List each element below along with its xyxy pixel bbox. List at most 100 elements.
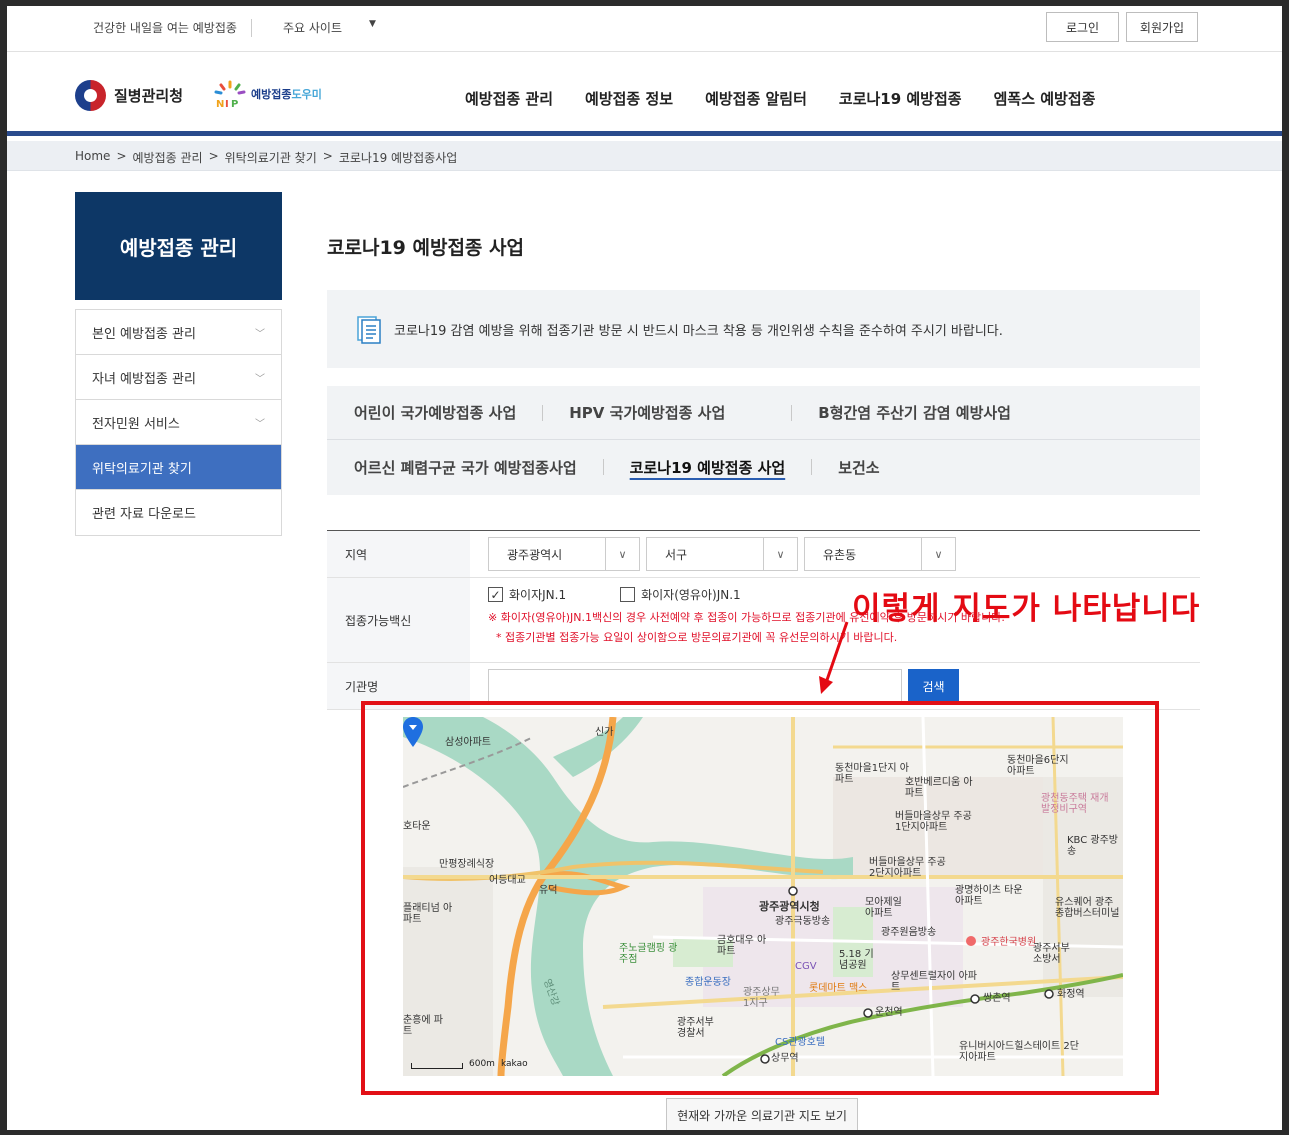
- checkbox-label: 화이자JN.1: [509, 588, 567, 602]
- region-label: 지역: [327, 531, 470, 577]
- district-select[interactable]: 서구 ∨: [646, 537, 798, 571]
- breadcrumb: Home > 예방접종 관리 > 위탁의료기관 찾기 > 코로나19 예방접종사…: [75, 149, 457, 166]
- main-sites-dropdown[interactable]: 주요 사이트: [283, 19, 342, 36]
- map-brand: kakao: [500, 1059, 528, 1069]
- map-view[interactable]: 삼성아파트 신가 동천마을1단지 아파트 호반베르디움 아파트 동천마을6단지 …: [403, 717, 1123, 1076]
- map-label: 주노글램핑 광주점: [619, 943, 678, 965]
- annotation-arrow-icon: [819, 621, 849, 694]
- map-label: 상무역: [771, 1053, 799, 1064]
- dong-select[interactable]: 유촌동 ∨: [804, 537, 956, 571]
- breadcrumb-bar: Home > 예방접종 관리 > 위탁의료기관 찾기 > 코로나19 예방접종사…: [7, 141, 1282, 171]
- sidebar-item-downloads[interactable]: 관련 자료 다운로드: [76, 490, 281, 535]
- login-button[interactable]: 로그인: [1046, 12, 1119, 42]
- map-scale: 600m kakao: [411, 1059, 528, 1069]
- map-label: 광주원음방송: [881, 927, 937, 938]
- chevron-down-icon: ∨: [763, 538, 797, 570]
- tab-senior-pneumococcal[interactable]: 어르신 폐렴구균 국가 예방접종사업: [354, 457, 577, 478]
- tab-covid19[interactable]: 코로나19 예방접종 사업: [630, 457, 786, 478]
- gnb-item-vaccination-management[interactable]: 예방접종 관리: [465, 88, 553, 109]
- vaccine-label: 접종가능백신: [327, 578, 470, 662]
- map-label: 광주한국병원: [981, 937, 1037, 948]
- breadcrumb-current: 코로나19 예방접종사업: [338, 151, 458, 165]
- city-select[interactable]: 광주광역시 ∨: [488, 537, 640, 571]
- breadcrumb-separator: >: [116, 149, 127, 163]
- region-selects: 광주광역시 ∨ 서구 ∨ 유촌동 ∨: [470, 531, 1200, 577]
- map-label: CS관광호텔: [775, 1037, 826, 1048]
- map-label: 광주극동방송: [775, 916, 831, 927]
- scale-bar: [411, 1063, 463, 1069]
- gnb-item-vaccination-notice[interactable]: 예방접종 알림터: [705, 88, 807, 109]
- svg-text:N: N: [216, 99, 224, 109]
- map-label: 5.18 기념공원: [839, 949, 874, 971]
- gnb-item-vaccination-info[interactable]: 예방접종 정보: [585, 88, 673, 109]
- map-label: 유덕: [539, 885, 558, 896]
- notice-text: 코로나19 감염 예방을 위해 접종기관 방문 시 반드시 마스크 착용 등 개…: [394, 323, 1003, 339]
- tab-divider: [602, 459, 604, 475]
- breadcrumb-item[interactable]: 예방접종 관리: [133, 149, 203, 166]
- taegeuk-icon: [75, 80, 106, 111]
- map-label: 유스퀘어 광주 종합버스터미널: [1055, 897, 1120, 919]
- gnb-item-mpox[interactable]: 엠폭스 예방접종: [994, 88, 1096, 109]
- map-label: 운천역: [875, 1007, 903, 1018]
- chevron-down-icon: ﹀: [255, 328, 265, 340]
- page-title: 코로나19 예방접종 사업: [327, 237, 524, 259]
- sidebar-item-e-civil-service[interactable]: 전자민원 서비스 ﹀: [76, 400, 281, 445]
- site-slogan: 건강한 내일을 여는 예방접종: [93, 19, 252, 37]
- tab-divider: [542, 404, 544, 421]
- tab-hpv[interactable]: HPV 국가예방접종 사업: [569, 402, 725, 423]
- sidebar-menu: 본인 예방접종 관리 ﹀ 자녀 예방접종 관리 ﹀ 전자민원 서비스 ﹀ 위탁의…: [75, 309, 282, 536]
- map-label: 춘흥에 파트: [403, 1015, 443, 1037]
- kdca-logo[interactable]: 질병관리청: [75, 80, 183, 111]
- nearby-clinics-map-button[interactable]: 현재와 가까운 의료기관 지도 보기: [666, 1098, 858, 1130]
- map-label: 상무센트럴자이 아파트: [891, 971, 977, 993]
- nip-logo[interactable]: N I P 예방접종도우미: [213, 79, 322, 110]
- sidebar-title: 예방접종 관리: [75, 192, 282, 300]
- map-label-city-hall: 광주광역시청: [759, 900, 820, 913]
- map-label: 동천마을6단지 아파트: [1007, 755, 1069, 777]
- chevron-down-icon: ∨: [921, 538, 955, 570]
- dropdown-arrow-icon[interactable]: ▼: [369, 19, 376, 29]
- chevron-down-icon: ﹀: [255, 373, 265, 385]
- map-label: KBC 광주방송: [1067, 835, 1119, 857]
- breadcrumb-separator: >: [208, 149, 219, 163]
- scale-value: 600m: [469, 1059, 495, 1069]
- tab-divider: [811, 459, 813, 475]
- sidebar-item-label: 전자민원 서비스: [92, 416, 180, 432]
- checkbox-pfizer-infant-jn1[interactable]: [620, 587, 636, 602]
- map-label: 호타운: [403, 821, 431, 832]
- tab-row: 어르신 폐렴구균 국가 예방접종사업 코로나19 예방접종 사업 보건소: [327, 440, 1200, 494]
- map-label: 광명하이츠 타운아파트: [955, 885, 1023, 907]
- checkbox-pfizer-jn1[interactable]: ✓: [488, 587, 503, 602]
- map-label: 쌍촌역: [983, 993, 1011, 1004]
- signup-button[interactable]: 회원가입: [1126, 12, 1198, 42]
- map-label: 종합운동장: [685, 977, 731, 988]
- global-nav: 예방접종 관리 예방접종 정보 예방접종 알림터 코로나19 예방접종 엠폭스 …: [465, 88, 1095, 109]
- gnb-item-covid19[interactable]: 코로나19 예방접종: [839, 88, 962, 109]
- sidebar-item-my-vaccination[interactable]: 본인 예방접종 관리 ﹀: [76, 310, 281, 355]
- sidebar-item-child-vaccination[interactable]: 자녀 예방접종 관리 ﹀: [76, 355, 281, 400]
- tab-divider: [791, 404, 793, 421]
- breadcrumb-item[interactable]: 위탁의료기관 찾기: [225, 149, 317, 166]
- site-header: 질병관리청 N I P 예방접종도우미 예방접종 관리 예방접종 정보 예방접종…: [7, 52, 1282, 136]
- map-label: 광주상무 1지구: [743, 987, 780, 1009]
- svg-text:P: P: [231, 99, 238, 109]
- tab-child-national[interactable]: 어린이 국가예방접종 사업: [354, 402, 516, 423]
- form-row-region: 지역 광주광역시 ∨ 서구 ∨ 유촌동 ∨: [327, 531, 1200, 578]
- nip-name: 예방접종도우미: [251, 88, 322, 101]
- search-button[interactable]: 검색: [908, 669, 959, 703]
- chevron-down-icon: ﹀: [255, 418, 265, 430]
- map-pin-icon[interactable]: [403, 717, 423, 747]
- tab-row: 어린이 국가예방접종 사업 HPV 국가예방접종 사업 B형간염 주산기 감염 …: [327, 386, 1200, 440]
- breadcrumb-home[interactable]: Home: [75, 149, 110, 166]
- map-label: 호반베르디움 아파트: [905, 777, 973, 799]
- sidebar-item-find-clinic[interactable]: 위탁의료기관 찾기: [76, 445, 281, 490]
- tab-hepatitis-b[interactable]: B형간염 주산기 감염 예방사업: [818, 402, 1011, 423]
- sidebar-item-label: 관련 자료 다운로드: [92, 507, 196, 522]
- sidebar-item-label: 위탁의료기관 찾기: [92, 461, 192, 477]
- org-name: 질병관리청: [114, 87, 184, 105]
- tab-health-center[interactable]: 보건소: [838, 457, 879, 478]
- top-utility-bar: 건강한 내일을 여는 예방접종 주요 사이트 ▼ 로그인 회원가입: [7, 6, 1282, 52]
- map-label: 화정역: [1057, 989, 1085, 1000]
- map-label: 어등대교: [489, 875, 526, 886]
- district-select-value: 서구: [665, 547, 688, 562]
